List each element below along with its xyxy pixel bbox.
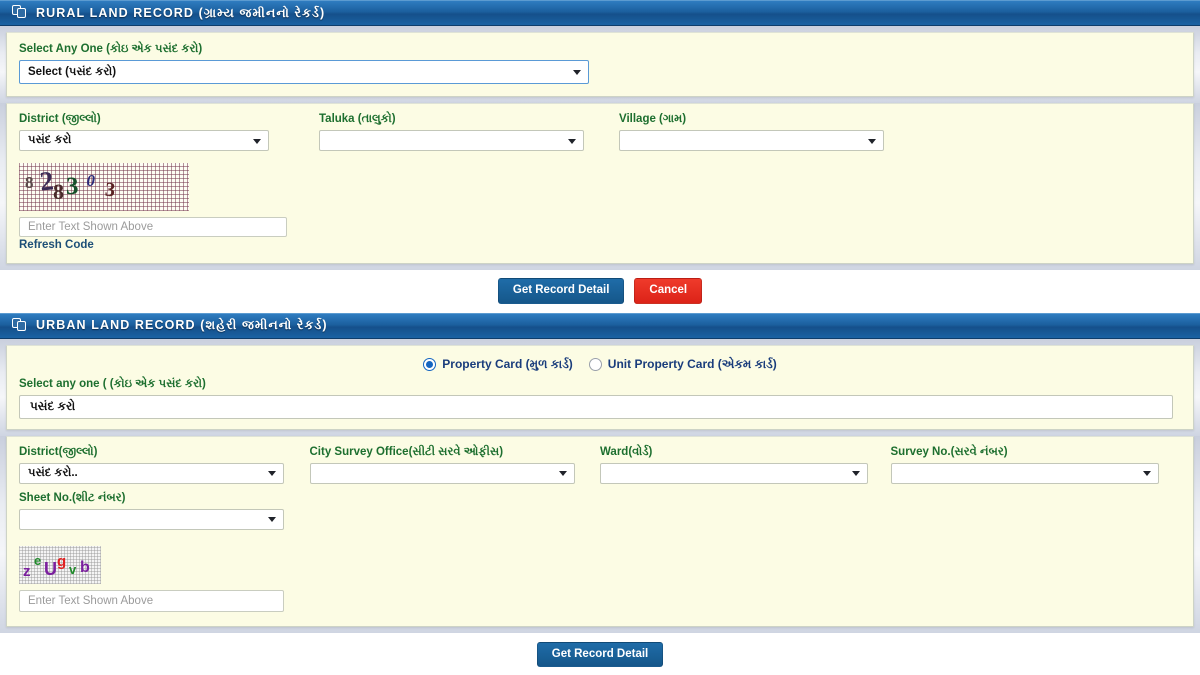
chevron-down-icon [253, 138, 261, 144]
chevron-down-icon [568, 138, 576, 144]
rural-section-header: RURAL LAND RECORD (ગ્રામ્ય જમીનનો રેકર્ડ… [0, 0, 1200, 26]
urban-location-row: District(જીલ્લો) પસંદ કરો.. City Survey … [19, 446, 1181, 484]
urban-sheet-no-dropdown[interactable] [19, 508, 284, 530]
rural-taluka-field: Taluka (તાલુકો) [319, 113, 619, 151]
rural-refresh-code-link[interactable]: Refresh Code [19, 239, 1181, 251]
urban-panel-frame-main: District(જીલ્લો) પસંદ કરો.. City Survey … [0, 435, 1200, 633]
rural-captcha-input-placeholder: Enter Text Shown Above [28, 221, 154, 233]
rural-taluka-dropdown[interactable] [319, 130, 584, 151]
rural-panel-frame-main: District (જીલ્લો) પસંદ કરો Taluka (તાલુક… [0, 103, 1200, 270]
urban-city-survey-office-field: City Survey Office(સીટી સરવે ઓફીસ) [309, 445, 601, 484]
rural-captcha-char-4: 0 [86, 171, 96, 190]
urban-ward-dropdown[interactable] [600, 462, 868, 484]
rural-button-bar: Get Record Detail Cancel [0, 270, 1200, 313]
rural-cancel-button[interactable]: Cancel [634, 278, 703, 304]
chevron-down-icon [868, 138, 876, 144]
urban-radio-unit-property-card[interactable]: Unit Property Card (એકમ કાર્ડ) [588, 356, 777, 372]
urban-button-bar: Get Record Detail [0, 632, 1200, 667]
radio-selected-icon [423, 357, 437, 371]
urban-ward-label: Ward(વોર્ડ) [600, 445, 653, 458]
rural-village-dropdown[interactable] [619, 130, 884, 151]
rural-details-panel: District (જીલ્લો) પસંદ કરો Taluka (તાલુક… [6, 103, 1194, 264]
rural-select-any-one-label: Select Any One (કોઇ એક પસંદ કરો) [19, 43, 203, 55]
urban-select-any-one-value: પસંદ કરો [30, 399, 76, 413]
rural-village-label: Village (ગામ) [619, 113, 687, 125]
rural-district-dropdown[interactable]: પસંદ કરો [19, 130, 269, 151]
urban-captcha-char-2: U [44, 558, 57, 579]
urban-sheet-no-label: Sheet No.(શીટ નંબર) [19, 491, 126, 504]
urban-section-header: URBAN LAND RECORD (શહેરી જમીનનો રેકર્ડ) [0, 312, 1200, 339]
urban-captcha-input-placeholder: Enter Text Shown Above [28, 594, 154, 607]
urban-district-label: District(જીલ્લો) [19, 445, 98, 458]
urban-select-panel: Property Card (મુળ કાર્ડ) Unit Property … [6, 344, 1194, 430]
rural-district-value: પસંદ કરો [28, 134, 72, 146]
urban-captcha-char-5: b [80, 558, 90, 576]
rural-district-field: District (જીલ્લો) પસંદ કરો [19, 113, 319, 151]
urban-section-title: URBAN LAND RECORD (શહેરી જમીનનો રેકર્ડ) [36, 318, 328, 332]
page-root: RURAL LAND RECORD (ગ્રામ્ય જમીનનો રેકર્ડ… [0, 0, 1200, 675]
rural-captcha-input[interactable]: Enter Text Shown Above [19, 217, 287, 237]
urban-radio-property-card-label: Property Card (મુળ કાર્ડ) [442, 356, 573, 371]
urban-survey-no-field: Survey No.(સરવે નંબર) [890, 445, 1182, 484]
copy-pages-icon [12, 5, 28, 21]
copy-pages-icon [12, 317, 28, 334]
urban-select-any-one-label: Select any one ( (કોઇ એક પસંદ કરો) [19, 377, 206, 390]
rural-taluka-label: Taluka (તાલુકો) [319, 113, 396, 125]
urban-radio-unit-property-card-label: Unit Property Card (એકમ કાર્ડ) [607, 356, 777, 371]
urban-captcha-image: z e U g v b [19, 545, 101, 584]
rural-captcha-char-5: 3 [103, 178, 117, 201]
chevron-down-icon [268, 517, 276, 522]
chevron-down-icon [852, 471, 860, 476]
rural-captcha-block: 8 2 8 3 0 3 Enter Text Shown Above Refre… [19, 163, 1181, 251]
chevron-down-icon [558, 471, 567, 476]
rural-captcha-char-2: 8 [53, 179, 64, 204]
urban-survey-no-label: Survey No.(સરવે નંબર) [890, 445, 1008, 458]
urban-city-survey-office-dropdown[interactable] [309, 462, 575, 484]
chevron-down-icon [268, 471, 276, 476]
urban-radio-property-card[interactable]: Property Card (મુળ કાર્ડ) [423, 357, 573, 372]
urban-city-survey-office-label: City Survey Office(સીટી સરવે ઓફીસ) [309, 445, 504, 458]
urban-captcha-char-4: v [69, 561, 77, 577]
urban-panel-frame-top: Property Card (મુળ કાર્ડ) Unit Property … [0, 338, 1200, 436]
chevron-down-icon [1142, 471, 1151, 476]
urban-ward-field: Ward(વોર્ડ) [600, 446, 891, 484]
urban-captcha-char-3: g [57, 552, 67, 570]
rural-get-record-detail-button[interactable]: Get Record Detail [497, 278, 625, 304]
urban-details-panel: District(જીલ્લો) પસંદ કરો.. City Survey … [6, 435, 1194, 627]
rural-captcha-image: 8 2 8 3 0 3 [19, 163, 189, 211]
radio-unselected-icon [588, 357, 602, 371]
rural-captcha-char-0: 8 [25, 173, 34, 192]
urban-district-dropdown[interactable]: પસંદ કરો.. [19, 462, 284, 484]
urban-survey-no-dropdown[interactable] [890, 462, 1159, 484]
urban-captcha-block: z e U g v b Enter Text Shown Above [19, 545, 1181, 612]
rural-select-any-one-value: Select (પસંદ કરો) [28, 65, 117, 78]
urban-captcha-input[interactable]: Enter Text Shown Above [19, 589, 284, 612]
urban-captcha-char-1: e [34, 552, 42, 568]
urban-get-record-detail-button[interactable]: Get Record Detail [536, 641, 664, 667]
urban-district-value: પસંદ કરો.. [28, 466, 78, 479]
rural-location-row: District (જીલ્લો) પસંદ કરો Taluka (તાલુક… [19, 113, 1181, 151]
urban-select-any-one-dropdown[interactable]: પસંદ કરો [19, 394, 1173, 419]
rural-section-title: RURAL LAND RECORD (ગ્રામ્ય જમીનનો રેકર્ડ… [36, 5, 326, 20]
rural-select-any-one-dropdown[interactable]: Select (પસંદ કરો) [19, 60, 589, 84]
urban-district-field: District(જીલ્લો) પસંદ કરો.. [19, 446, 310, 484]
rural-village-field: Village (ગામ) [619, 113, 919, 151]
chevron-down-icon [573, 70, 581, 75]
rural-panel-frame-top: Select Any One (કોઇ એક પસંદ કરો) Select … [0, 26, 1200, 103]
urban-sheet-no-field: Sheet No.(શીટ નંબર) [19, 492, 1181, 530]
rural-captcha-char-3: 3 [66, 173, 79, 200]
rural-select-panel: Select Any One (કોઇ એક પસંદ કરો) Select … [6, 32, 1194, 97]
urban-captcha-char-0: z [23, 562, 31, 580]
urban-card-type-group: Property Card (મુળ કાર્ડ) Unit Property … [19, 350, 1181, 374]
rural-district-label: District (જીલ્લો) [19, 113, 101, 125]
